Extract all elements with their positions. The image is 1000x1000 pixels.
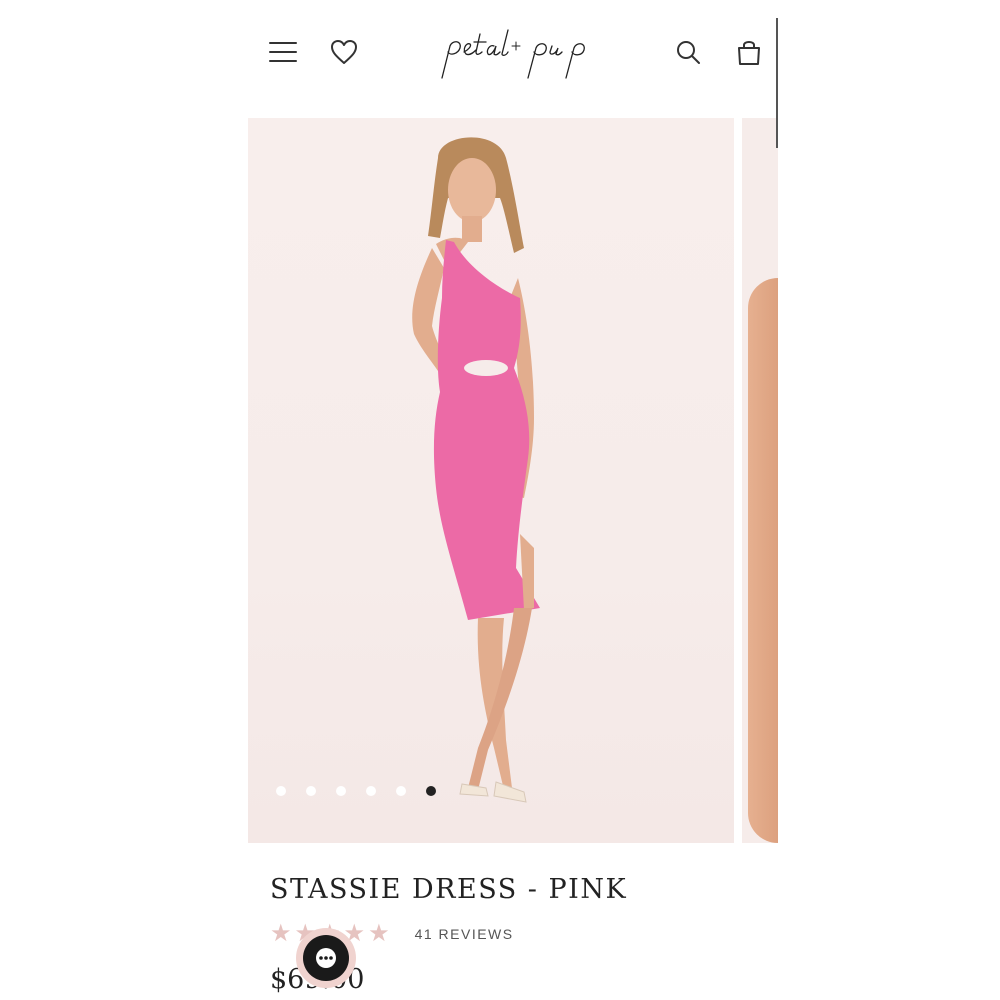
product-image[interactable]	[248, 118, 734, 843]
next-product-image-peek[interactable]	[742, 118, 778, 843]
gallery-dot[interactable]	[396, 786, 406, 796]
product-page: STASSIE DRESS - PINK ★ ★ ★ ★ ★ 41 REVIEW…	[248, 0, 778, 1000]
gallery-dot[interactable]	[336, 786, 346, 796]
chat-ellipsis-icon	[316, 948, 336, 968]
star-icon: ★	[368, 920, 390, 947]
shopping-bag-icon[interactable]	[729, 32, 769, 72]
gallery-dot[interactable]	[276, 786, 286, 796]
product-image-gallery[interactable]	[248, 118, 778, 843]
star-icon: ★	[270, 920, 292, 947]
chat-button[interactable]	[296, 928, 356, 988]
gallery-dot[interactable]	[306, 786, 316, 796]
product-title: STASSIE DRESS - PINK	[270, 874, 628, 905]
gallery-dot-active[interactable]	[426, 786, 436, 796]
scrollbar[interactable]	[776, 18, 778, 148]
model-photo	[412, 137, 540, 803]
site-header	[248, 0, 778, 118]
reviews-link[interactable]: 41 REVIEWS	[415, 926, 514, 942]
hamburger-menu-icon[interactable]	[263, 32, 303, 72]
gallery-dot[interactable]	[366, 786, 376, 796]
gallery-pagination	[276, 786, 436, 796]
heart-icon[interactable]	[324, 32, 364, 72]
search-icon[interactable]	[668, 32, 708, 72]
brand-logo[interactable]	[428, 16, 618, 88]
